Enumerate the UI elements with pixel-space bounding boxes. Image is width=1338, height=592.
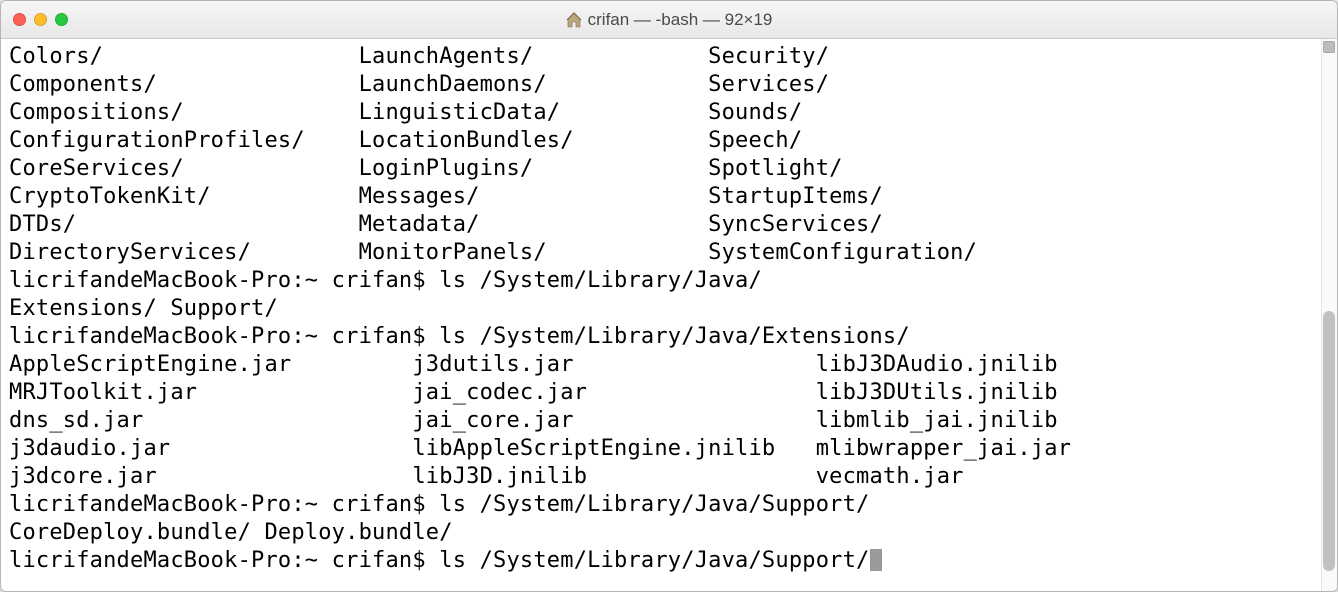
window-title: crifan — -bash — 92×19 — [1, 10, 1337, 30]
maximize-button[interactable] — [55, 13, 68, 26]
scrollbar-thumb[interactable] — [1323, 311, 1335, 571]
titlebar[interactable]: crifan — -bash — 92×19 — [1, 1, 1337, 39]
scroll-corner-icon — [1323, 41, 1335, 53]
home-icon — [566, 12, 582, 28]
window-title-text: crifan — -bash — 92×19 — [588, 10, 773, 30]
minimize-button[interactable] — [34, 13, 47, 26]
terminal-body[interactable]: Colors/ LaunchAgents/ Security/ Componen… — [1, 39, 1337, 591]
prompt-line[interactable]: licrifandeMacBook-Pro:~ crifan$ ls /Syst… — [9, 548, 870, 573]
close-button[interactable] — [13, 13, 26, 26]
cursor — [870, 549, 882, 571]
scrollbar-track[interactable] — [1321, 39, 1337, 591]
terminal-output[interactable]: Colors/ LaunchAgents/ Security/ Componen… — [1, 39, 1337, 579]
terminal-window: crifan — -bash — 92×19 Colors/ LaunchAge… — [0, 0, 1338, 592]
traffic-lights — [1, 13, 68, 26]
